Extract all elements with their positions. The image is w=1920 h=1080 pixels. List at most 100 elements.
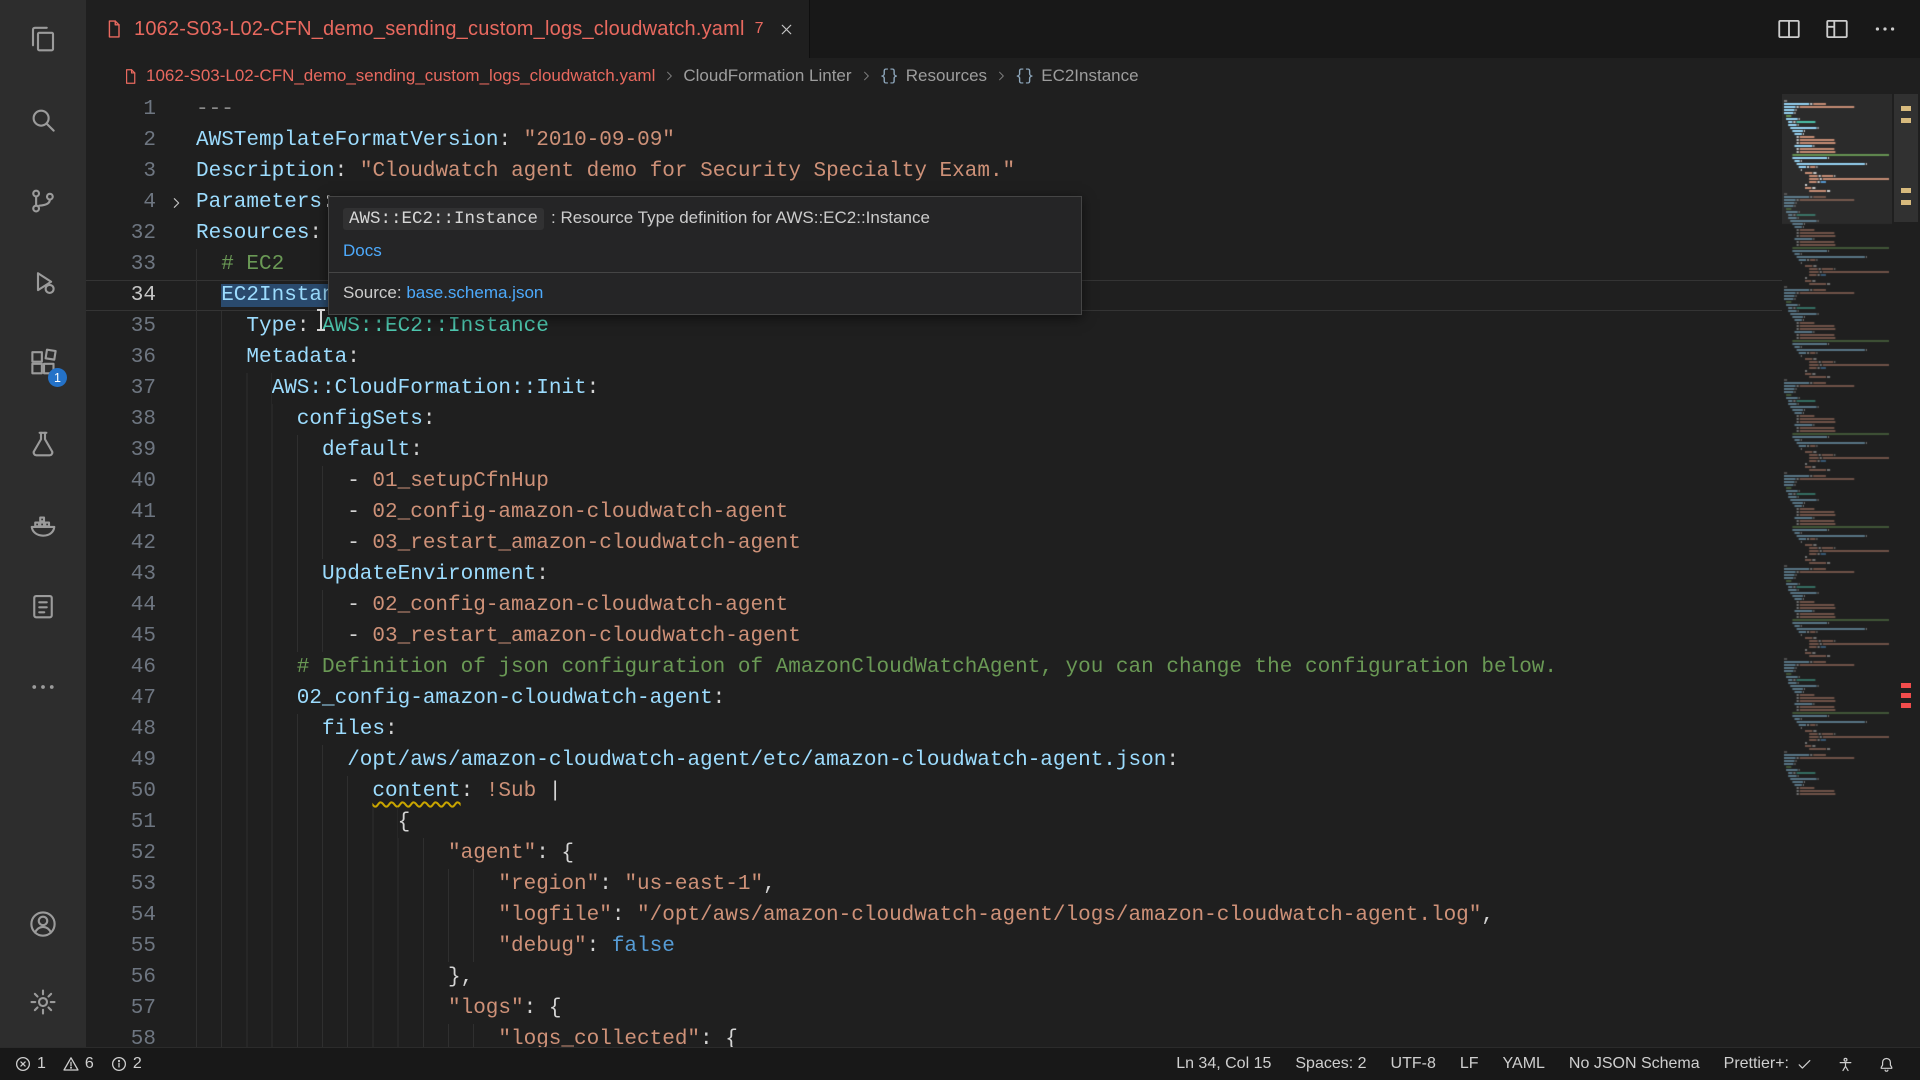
- close-tab-icon[interactable]: [778, 21, 795, 38]
- overview-marker: [1901, 106, 1911, 111]
- code-line-35[interactable]: 35Type: AWS::EC2::Instance: [86, 311, 1782, 342]
- code-line-58[interactable]: 58"logs_collected": {: [86, 1024, 1782, 1047]
- indent-guides: [196, 838, 448, 869]
- status-cursor-position[interactable]: Ln 34, Col 15: [1165, 1055, 1282, 1073]
- problems-error[interactable]: 1: [14, 1055, 46, 1073]
- scrollbar[interactable]: [1892, 94, 1920, 1047]
- hover-symbol: AWS::EC2::Instance: [343, 208, 544, 230]
- fold-gutter: [156, 714, 196, 745]
- code-line-54[interactable]: 54"logfile": "/opt/aws/amazon-cloudwatch…: [86, 900, 1782, 931]
- code-line-52[interactable]: 52"agent": {: [86, 838, 1782, 869]
- code-line-1[interactable]: 1---: [86, 94, 1782, 125]
- indent-guides: [196, 869, 498, 900]
- indent-guides: [196, 683, 297, 714]
- code-line-41[interactable]: 41- 02_config-amazon-cloudwatch-agent: [86, 497, 1782, 528]
- indent-guides: [196, 435, 322, 466]
- fold-gutter: [156, 559, 196, 590]
- error-icon: [14, 1055, 32, 1073]
- code-line-3[interactable]: 3Description: "Cloudwatch agent demo for…: [86, 156, 1782, 187]
- code-line-53[interactable]: 53"region": "us-east-1",: [86, 869, 1782, 900]
- fold-gutter: [156, 652, 196, 683]
- status-indentation[interactable]: Spaces: 2: [1284, 1055, 1377, 1073]
- activity-item-settings[interactable]: [26, 985, 60, 1019]
- activity-item-explorer[interactable]: [26, 22, 60, 56]
- indent-guides: [196, 559, 322, 590]
- code-line-48[interactable]: 48files:: [86, 714, 1782, 745]
- code-line-51[interactable]: 51{: [86, 807, 1782, 838]
- status-encoding[interactable]: UTF-8: [1380, 1055, 1447, 1073]
- fold-gutter: [156, 94, 196, 125]
- overview-marker: [1901, 693, 1911, 698]
- tab-active[interactable]: 1062-S03-L02-CFN_demo_sending_custom_log…: [86, 0, 810, 58]
- code-line-46[interactable]: 46# Definition of json configuration of …: [86, 652, 1782, 683]
- code-line-37[interactable]: 37AWS::CloudFormation::Init:: [86, 373, 1782, 404]
- split-editor-icon[interactable]: [1776, 16, 1802, 42]
- docs-link[interactable]: Docs: [343, 241, 382, 260]
- code-line-57[interactable]: 57"logs": {: [86, 993, 1782, 1024]
- minimap[interactable]: [1782, 94, 1892, 1047]
- code-line-43[interactable]: 43UpdateEnvironment:: [86, 559, 1782, 590]
- line-number: 32: [86, 218, 156, 249]
- activity-item-search[interactable]: [26, 103, 60, 137]
- breadcrumb-file-icon: [122, 68, 139, 85]
- code-line-55[interactable]: 55"debug": false: [86, 931, 1782, 962]
- line-number: 56: [86, 962, 156, 993]
- code-line-56[interactable]: 56},: [86, 962, 1782, 993]
- breadcrumb-chevron-icon: [859, 69, 873, 83]
- activity-item-account[interactable]: [26, 907, 60, 941]
- status-eol[interactable]: LF: [1449, 1055, 1490, 1073]
- code-line-44[interactable]: 44- 02_config-amazon-cloudwatch-agent: [86, 590, 1782, 621]
- code-line-47[interactable]: 4702_config-amazon-cloudwatch-agent:: [86, 683, 1782, 714]
- indent-guides: [196, 497, 347, 528]
- breadcrumb-item-ec2instance[interactable]: EC2Instance: [1041, 66, 1138, 86]
- line-number: 36: [86, 342, 156, 373]
- editor[interactable]: 1---2AWSTemplateFormatVersion: "2010-09-…: [86, 94, 1920, 1047]
- status-notifications[interactable]: [1867, 1056, 1906, 1073]
- problems-warning[interactable]: 6: [62, 1055, 94, 1073]
- fold-gutter: [156, 683, 196, 714]
- tab-problems-badge: 7: [755, 20, 764, 38]
- code-line-45[interactable]: 45- 03_restart_amazon-cloudwatch-agent: [86, 621, 1782, 652]
- code-line-42[interactable]: 42- 03_restart_amazon-cloudwatch-agent: [86, 528, 1782, 559]
- problems-info[interactable]: 2: [110, 1055, 142, 1073]
- line-number: 57: [86, 993, 156, 1024]
- line-number: 39: [86, 435, 156, 466]
- fold-gutter: [156, 962, 196, 993]
- status-json-schema[interactable]: No JSON Schema: [1558, 1055, 1711, 1073]
- activity-item-more[interactable]: [26, 670, 60, 704]
- fold-gutter: [156, 249, 196, 280]
- activity-item-source-control[interactable]: [26, 184, 60, 218]
- fold-chevron-icon[interactable]: [156, 187, 196, 218]
- indent-guides: [196, 714, 322, 745]
- info-count: 2: [133, 1055, 142, 1073]
- breadcrumb: 1062-S03-L02-CFN_demo_sending_custom_log…: [86, 58, 1920, 94]
- line-number: 51: [86, 807, 156, 838]
- code-line-36[interactable]: 36Metadata:: [86, 342, 1782, 373]
- indent-guides: [196, 745, 347, 776]
- more-actions-icon[interactable]: [1872, 16, 1898, 42]
- breadcrumb-filename[interactable]: 1062-S03-L02-CFN_demo_sending_custom_log…: [146, 66, 655, 86]
- code-line-2[interactable]: 2AWSTemplateFormatVersion: "2010-09-09": [86, 125, 1782, 156]
- fold-gutter: [156, 838, 196, 869]
- line-number: 42: [86, 528, 156, 559]
- overview-marker: [1901, 703, 1911, 708]
- code-line-40[interactable]: 40- 01_setupCfnHup: [86, 466, 1782, 497]
- code-line-49[interactable]: 49/opt/aws/amazon-cloudwatch-agent/etc/a…: [86, 745, 1782, 776]
- activity-item-clipboard[interactable]: [26, 589, 60, 623]
- code-line-38[interactable]: 38configSets:: [86, 404, 1782, 435]
- layout-icon[interactable]: [1824, 16, 1850, 42]
- status-prettier[interactable]: Prettier+:: [1713, 1055, 1824, 1073]
- line-number: 38: [86, 404, 156, 435]
- activity-item-extensions[interactable]: 1: [26, 346, 60, 380]
- activity-item-docker[interactable]: [26, 508, 60, 542]
- activity-item-testing[interactable]: [26, 427, 60, 461]
- fold-gutter: [156, 218, 196, 249]
- code-line-50[interactable]: 50content: !Sub |: [86, 776, 1782, 807]
- status-language-mode[interactable]: YAML: [1492, 1055, 1556, 1073]
- source-link[interactable]: base.schema.json: [406, 283, 543, 302]
- breadcrumb-item-resources[interactable]: Resources: [906, 66, 987, 86]
- activity-item-run-debug[interactable]: [26, 265, 60, 299]
- status-accessibility[interactable]: [1826, 1056, 1865, 1073]
- breadcrumb-item-cloudformation-linter[interactable]: CloudFormation Linter: [683, 66, 851, 86]
- code-line-39[interactable]: 39default:: [86, 435, 1782, 466]
